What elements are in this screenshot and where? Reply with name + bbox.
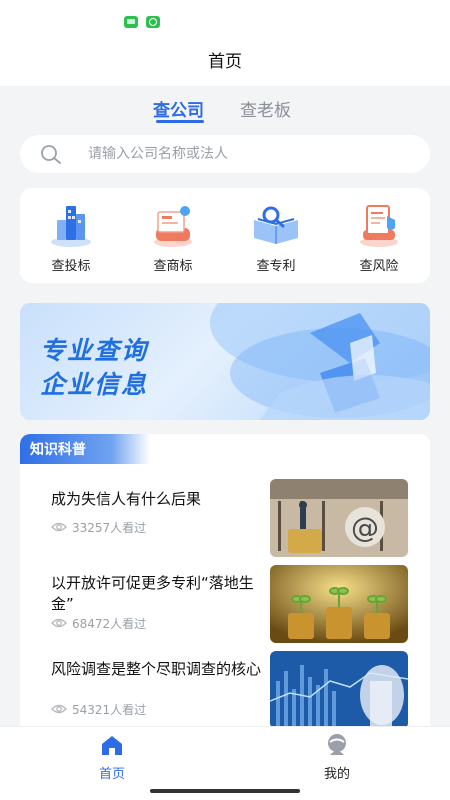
article-views: 54321人看过 [51,701,146,718]
article-views: 33257人看过 [51,519,146,536]
knowledge-section: 知识科普 成为失信人有什么后果 33257人看过 @ 以开放许可促更多专利“落地… [20,434,430,734]
search-input[interactable] [88,135,408,173]
article-item[interactable]: 成为失信人有什么后果 33257人看过 @ [20,479,430,559]
search-bar[interactable] [20,135,430,173]
bottom-tab-bar: 首页 我的 [0,726,450,784]
patent-book-icon [254,206,298,244]
tab-home[interactable]: 首页 [72,733,152,782]
eye-icon [51,618,67,628]
feature-bidding-button[interactable]: 查投标 [26,200,116,278]
eye-icon [51,704,67,714]
tab-boss[interactable]: 查老板 [240,96,291,121]
building-chart-icon [51,206,91,247]
banner-subheadline: 企业信息 [40,370,149,399]
feature-label: 查风险 [359,259,399,274]
risk-document-icon [360,205,398,247]
feature-patent-button[interactable]: 查专利 [231,200,321,278]
system-navigation-bar [0,784,450,800]
page-title: 首页 [0,42,450,86]
profile-icon [328,734,346,755]
status-bar [0,0,450,42]
feature-grid: 查投标 查商标 查专利 查风险 [20,188,430,283]
feature-trademark-button[interactable]: 查商标 [128,200,218,278]
tab-label: 我的 [323,767,350,782]
eye-icon [51,522,67,532]
article-views: 68472人看过 [51,615,146,632]
feature-label: 查投标 [51,259,91,274]
home-icon [102,736,122,755]
tab-label: 首页 [98,767,125,782]
banner-headline: 专业查询 [40,336,149,365]
article-item[interactable]: 风险调查是整个尽职调查的核心 54321人看过 [20,651,430,731]
trademark-icon [154,206,192,247]
article-title: 成为失信人有什么后果 [51,490,202,508]
article-thumbnail: @ [270,479,408,557]
article-view-count: 33257人看过 [72,521,147,535]
article-item[interactable]: 以开放许可促更多专利“落地生金” 68472人看过 [20,565,430,645]
article-view-count: 68472人看过 [72,617,147,631]
feature-label: 查商标 [153,259,193,274]
home-indicator[interactable] [150,789,300,793]
search-icon [41,145,61,164]
active-tab-indicator [156,120,204,123]
message-notification-icon [124,16,138,28]
section-title: 知识科普 [30,442,86,458]
app-notification-icon [146,16,160,28]
tab-company[interactable]: 查公司 [153,96,204,121]
article-thumbnail [270,565,408,643]
feature-label: 查专利 [256,259,296,274]
promo-banner[interactable]: 专业查询 企业信息 [20,303,430,420]
feature-risk-button[interactable]: 查风险 [334,200,424,278]
article-thumbnail [270,651,408,729]
tab-profile[interactable]: 我的 [297,733,377,782]
svg-text:@: @ [351,511,379,544]
search-mode-tabs: 查公司 查老板 [0,92,450,128]
article-title: 风险调查是整个尽职调查的核心 [51,660,262,678]
article-view-count: 54321人看过 [72,703,147,717]
section-header: 知识科普 [20,434,150,464]
article-title: 以开放许可促更多专利“落地生金” [51,574,254,613]
